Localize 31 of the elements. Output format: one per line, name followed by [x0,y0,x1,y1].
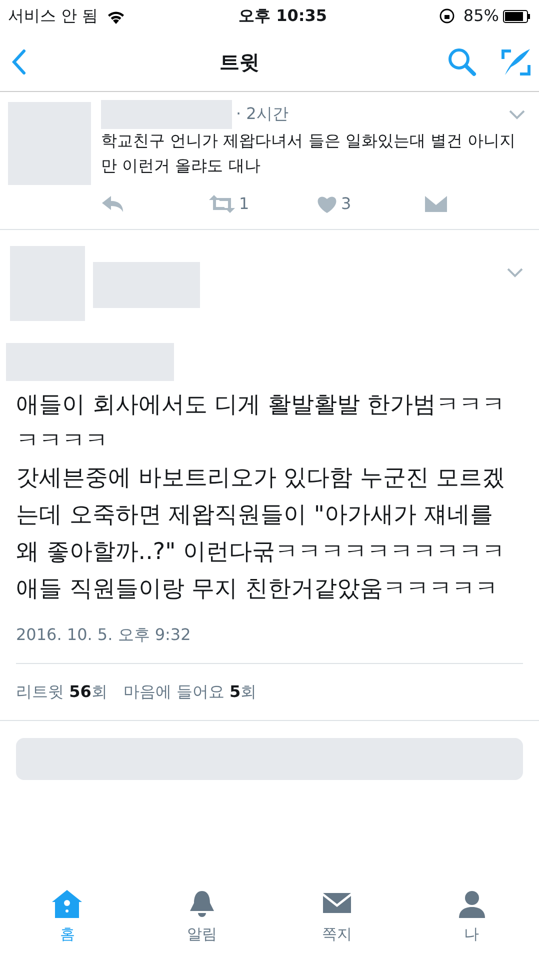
tweet-text: 학교친구 언니가 제왑다녀서 들은 일화있는대 별건 아니지만 이런거 올랴도 대나 [101,130,517,177]
tweet-paragraph: 애들 직원들이랑 무지 친한거같았움ㅋㅋㅋㅋㅋ [16,574,499,604]
search-icon[interactable] [447,46,477,76]
person-icon [456,889,487,920]
nav-title: 트윗 [220,48,260,76]
tweet-time: · 2시간 [236,103,288,126]
stat-text: 마음에 들어요 5회 [123,681,257,704]
tweet-paragraph: 갓세븐중에 바보트리오가 있다함 누군진 모르겠는데 오죽하면 제왑직원들이 "아가새가 쟤네를 왜 좋아할까..?" 이런다굮ㅋㅋㅋㅋㅋㅋㅋㅋㅋㅋ [16,464,506,567]
tab-button[interactable]: 알림 [134,875,270,960]
tab-button[interactable]: 나 [404,875,539,960]
tab-button[interactable]: 쪽지 [270,875,404,960]
tweet-paragraph: 애들이 회사에서도 디게 활발활발 한가범ㅋㅋㅋㅋㅋㅋㅋ [16,390,506,456]
heart-icon[interactable] [317,194,337,213]
retweet-count: 1 [239,192,250,215]
compose-icon[interactable] [501,46,531,76]
tweet-date: 2016. 10. 5. 오후 9:32 [16,623,523,664]
status-time: 오후 10:35 [238,5,328,27]
retweet-icon[interactable] [209,194,235,213]
battery-percent: 85% [463,5,499,27]
carrier-text: 서비스 안 됨 [8,5,98,27]
battery-icon [502,10,531,22]
tab-button[interactable]: 홈 [0,875,135,960]
like-count: 3 [341,192,352,215]
reply-icon[interactable] [101,194,125,213]
house-icon [52,889,82,920]
rotation-lock-icon [439,8,456,24]
chevron-down-icon[interactable] [509,110,525,120]
chevron-down-icon[interactable] [507,268,523,278]
mail-icon[interactable] [425,196,447,212]
stat-text: 리트윗 56회 [16,681,108,704]
reply-box[interactable] [16,738,523,780]
